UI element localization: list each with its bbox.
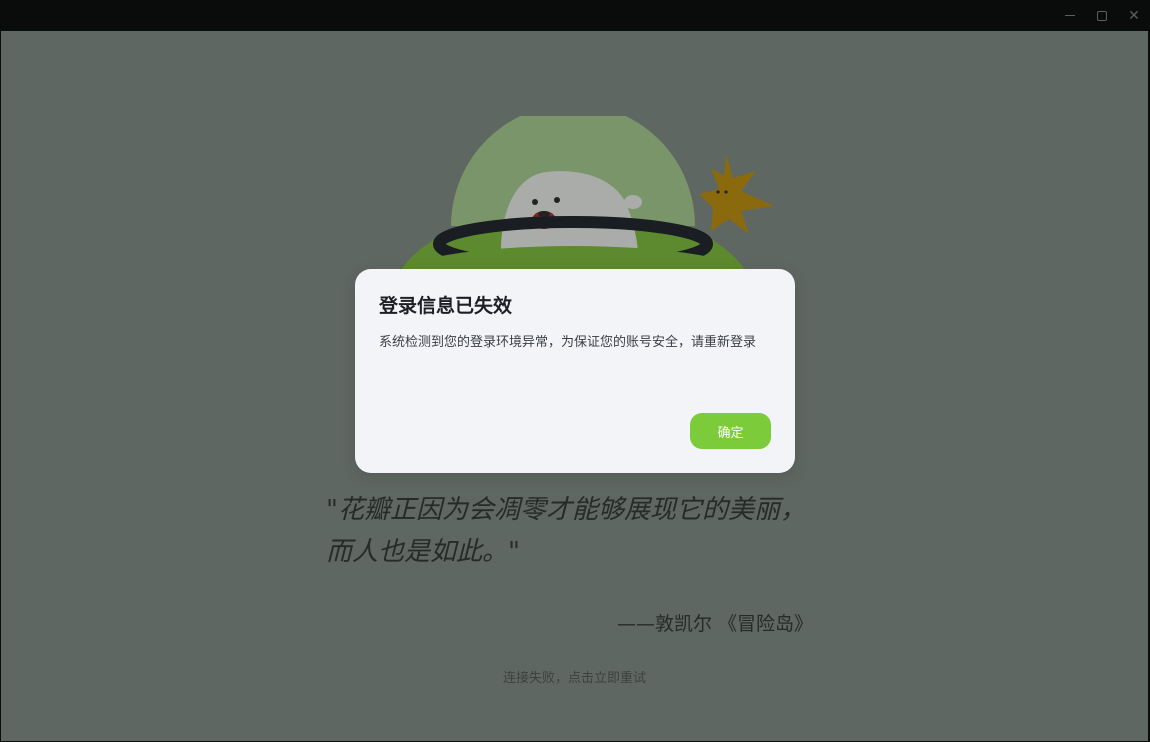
dialog-title: 登录信息已失效 [379, 295, 513, 317]
confirm-button[interactable]: 确定 [690, 413, 771, 449]
retry-link[interactable]: 连接失败，点击立即重试 [1, 667, 1148, 686]
minimize-icon[interactable] [1054, 0, 1086, 31]
dialog-message: 系统检测到您的登录环境异常，为保证您的账号安全，请重新登录 [379, 335, 757, 350]
session-expired-dialog: 登录信息已失效 系统检测到您的登录环境异常，为保证您的账号安全，请重新登录 确定 [355, 269, 795, 473]
quote-attribution: ——敦凯尔 《冒险岛》 [617, 613, 814, 635]
maximize-icon[interactable] [1086, 0, 1118, 31]
close-icon[interactable]: ✕ [1118, 0, 1150, 31]
quote-text: "花瓣正因为会凋零才能够展现它的美丽，而人也是如此。" [326, 495, 806, 567]
window-controls: ✕ [1054, 0, 1150, 31]
title-bar: ✕ [0, 0, 1150, 31]
